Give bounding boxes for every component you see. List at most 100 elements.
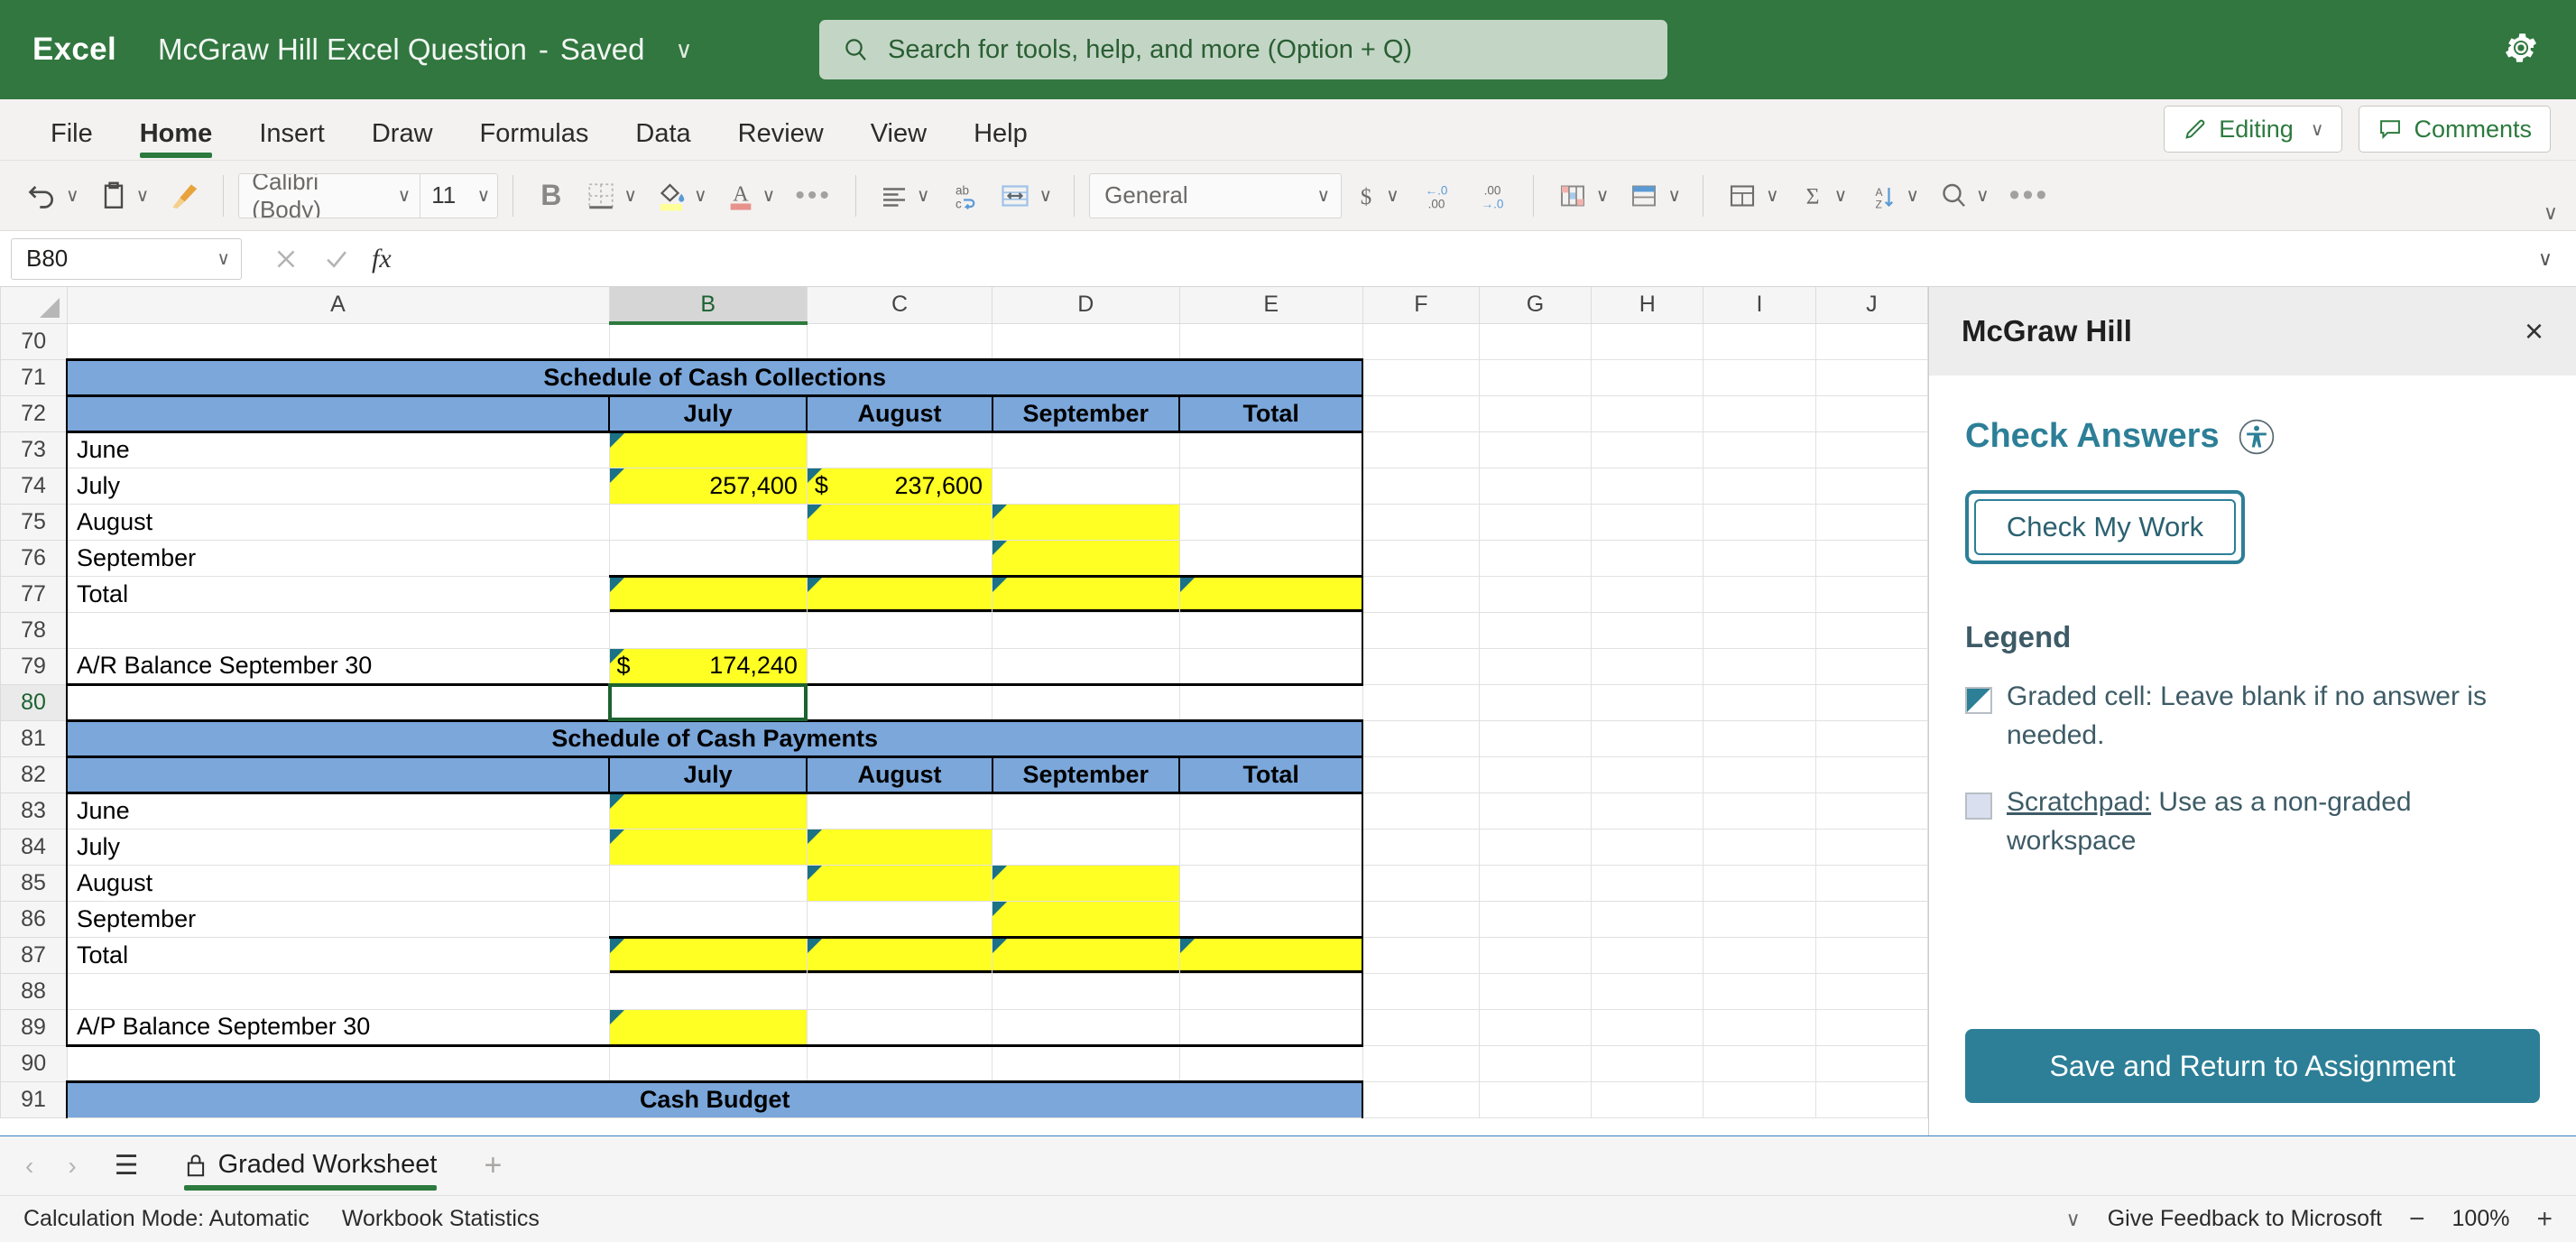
column-header-D[interactable]: D (992, 287, 1180, 324)
row-header-88[interactable]: 88 (0, 972, 68, 1010)
cell-F72[interactable] (1362, 395, 1480, 432)
cell-A90[interactable] (67, 1045, 610, 1082)
cell-B78[interactable] (609, 612, 808, 649)
font-color-button[interactable]: A ∨ (718, 174, 783, 218)
column-header-F[interactable]: F (1362, 287, 1480, 324)
column-header-E[interactable]: E (1178, 287, 1363, 324)
zoom-out-button[interactable]: − (2409, 1204, 2425, 1235)
cell-E80[interactable] (1179, 684, 1363, 721)
cell-I89[interactable] (1703, 1009, 1816, 1046)
cell-C87[interactable] (807, 935, 993, 974)
chevron-down-icon[interactable]: ∨ (1906, 184, 1919, 207)
cell-F90[interactable] (1362, 1045, 1480, 1082)
workbook-statistics-status[interactable]: Workbook Statistics (342, 1206, 540, 1232)
previous-sheet-icon[interactable]: ‹ (20, 1152, 39, 1181)
cell-I85[interactable] (1703, 865, 1816, 902)
cell-J84[interactable] (1815, 829, 1928, 866)
cell-F71[interactable] (1362, 359, 1480, 396)
increase-decimal-button[interactable]: .00 →.0 (1466, 175, 1519, 217)
cell-G77[interactable] (1479, 576, 1593, 613)
cell-G87[interactable] (1479, 937, 1593, 974)
format-painter-button[interactable] (160, 175, 208, 217)
cell-styles-button[interactable]: ∨ (1718, 176, 1787, 216)
cell-B80-selected[interactable] (607, 683, 808, 721)
find-select-button[interactable]: ∨ (1930, 176, 1997, 216)
insert-function-icon[interactable]: fx (372, 244, 392, 274)
cell-C89[interactable] (807, 1009, 993, 1047)
cell-B86[interactable] (609, 901, 808, 938)
cell-A81-title[interactable]: Schedule of Cash Payments (66, 718, 1364, 757)
row-header-78[interactable]: 78 (0, 611, 68, 649)
cell-C75[interactable] (807, 504, 993, 541)
cell-H90[interactable] (1591, 1045, 1704, 1082)
cell-H88[interactable] (1591, 973, 1704, 1010)
cell-B82[interactable]: July (607, 755, 808, 793)
cell-F81[interactable] (1362, 720, 1480, 757)
cell-D85[interactable] (992, 865, 1180, 902)
wrap-text-button[interactable]: ab c (940, 176, 987, 216)
cell-H89[interactable] (1591, 1009, 1704, 1046)
chevron-down-icon[interactable]: ∨ (1667, 184, 1681, 207)
cell-G90[interactable] (1479, 1045, 1593, 1082)
sort-filter-button[interactable]: A Z ∨ (1858, 176, 1926, 216)
cell-A83[interactable]: June (66, 791, 610, 830)
merge-cells-button[interactable]: ∨ (991, 176, 1059, 216)
cell-G85[interactable] (1479, 865, 1593, 902)
cell-G89[interactable] (1479, 1009, 1593, 1046)
chevron-down-icon[interactable]: ∨ (1834, 184, 1848, 207)
cell-J77[interactable] (1815, 576, 1928, 613)
cell-H73[interactable] (1591, 431, 1704, 468)
cell-I84[interactable] (1703, 829, 1816, 866)
cell-B89[interactable] (609, 1009, 808, 1047)
row-header-77[interactable]: 77 (0, 575, 68, 613)
cell-J70[interactable] (1815, 323, 1928, 360)
cell-I72[interactable] (1703, 395, 1816, 432)
spreadsheet-grid[interactable]: A B C D E F G H I J 70 71 Schedule of Ca… (0, 287, 1928, 1135)
cell-E88[interactable] (1179, 973, 1364, 1010)
cell-J73[interactable] (1815, 431, 1928, 468)
cell-B84[interactable] (609, 829, 808, 866)
cell-H74[interactable] (1591, 468, 1704, 505)
cell-C76[interactable] (807, 540, 993, 577)
cell-I77[interactable] (1703, 576, 1816, 613)
cell-E77[interactable] (1179, 574, 1364, 613)
cell-C73[interactable] (807, 430, 993, 468)
cell-E83[interactable] (1179, 791, 1364, 830)
row-header-89[interactable]: 89 (0, 1008, 68, 1046)
check-my-work-button[interactable]: Check My Work (1965, 490, 2245, 564)
cell-D84[interactable] (992, 829, 1180, 866)
cell-F91[interactable] (1362, 1081, 1480, 1118)
cell-H78[interactable] (1591, 612, 1704, 649)
tab-data[interactable]: Data (612, 121, 714, 160)
tab-home[interactable]: Home (116, 121, 236, 160)
cell-G71[interactable] (1479, 359, 1593, 396)
cell-J86[interactable] (1815, 901, 1928, 938)
cell-F87[interactable] (1362, 937, 1480, 974)
cell-H76[interactable] (1591, 540, 1704, 577)
zoom-in-button[interactable]: + (2536, 1204, 2553, 1235)
add-sheet-icon[interactable]: + (473, 1148, 512, 1183)
cell-A73[interactable]: June (66, 430, 610, 468)
cell-E90[interactable] (1179, 1045, 1363, 1082)
tab-file[interactable]: File (27, 121, 116, 160)
cell-F75[interactable] (1362, 504, 1480, 541)
cell-D73[interactable] (992, 430, 1180, 468)
cell-G80[interactable] (1479, 684, 1593, 721)
row-header-90[interactable]: 90 (0, 1044, 68, 1082)
cell-E84[interactable] (1179, 829, 1364, 866)
tab-draw[interactable]: Draw (348, 121, 457, 160)
cell-E78[interactable] (1179, 612, 1364, 649)
search-input[interactable]: Search for tools, help, and more (Option… (819, 20, 1667, 79)
cell-J85[interactable] (1815, 865, 1928, 902)
cell-I81[interactable] (1703, 720, 1816, 757)
cell-J78[interactable] (1815, 612, 1928, 649)
chevron-down-icon[interactable]: ∨ (1976, 184, 1990, 207)
cell-I88[interactable] (1703, 973, 1816, 1010)
font-name-select[interactable]: Calibri (Body) ∨ (239, 174, 420, 218)
cell-I71[interactable] (1703, 359, 1816, 396)
cell-D75[interactable] (992, 504, 1180, 541)
document-title[interactable]: McGraw Hill Excel Question (158, 32, 527, 67)
cell-J83[interactable] (1815, 792, 1928, 830)
cell-C90[interactable] (807, 1045, 993, 1082)
cell-I91[interactable] (1703, 1081, 1816, 1118)
